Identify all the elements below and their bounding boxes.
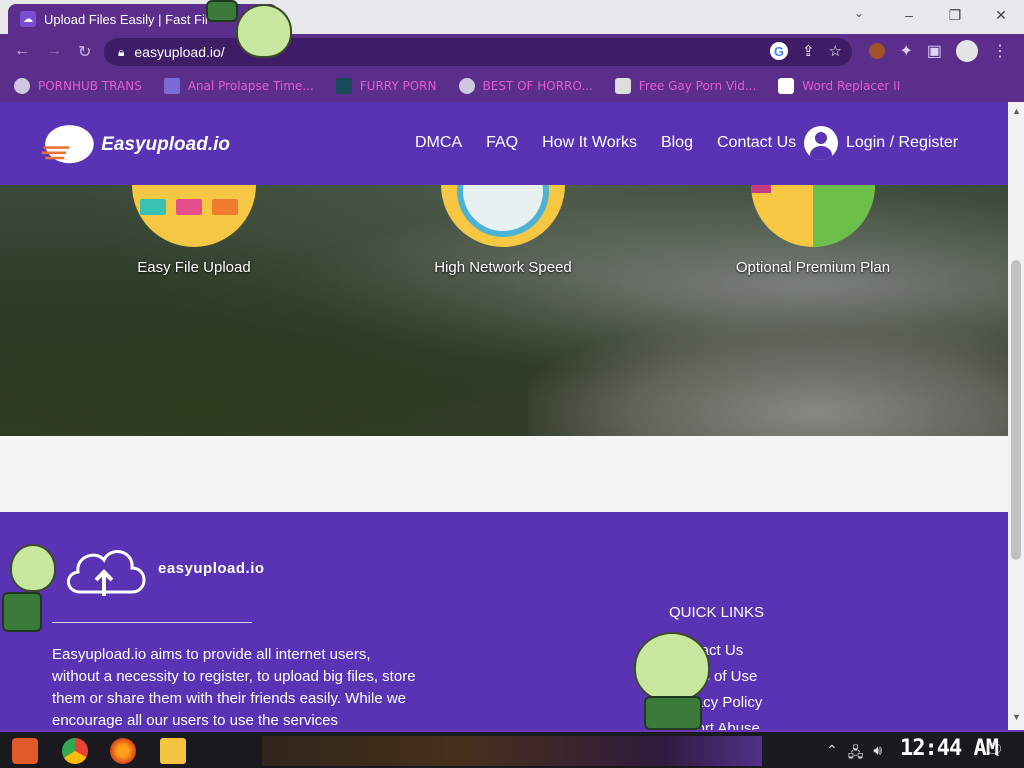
os-taskbar: ⌃ 🖧︎ 🔊︎ 12:44 AM 🗨︎ [0,730,1024,768]
blank-section [0,436,1008,512]
system-tray: ⌃ 🖧︎ 🔊︎ [826,742,882,766]
bookmark-item[interactable]: BEST OF HORRO... [458,78,593,94]
scroll-thumb[interactable] [1011,260,1021,560]
google-lens-icon[interactable]: G [769,42,788,60]
chrome-icon[interactable] [62,738,88,764]
footer-divider [52,622,252,623]
bookmark-item[interactable]: FURRY PORN [335,78,437,94]
site-footer: easyupload.io Easyupload.io aims to prov… [0,512,1008,737]
browser-toolbar: ← → ↻ 🔒︎ easyupload.io/ G ⇪ ☆ ✦ ▣ ⋮ [0,34,1024,70]
footer-about-text: Easyupload.io aims to provide all intern… [52,646,416,729]
wr-icon [778,78,795,94]
restore-button[interactable]: ❐ [932,0,978,30]
omnibox-actions: G ⇪ ☆ [769,42,842,60]
taskbar-decoration [262,736,762,766]
extensions-puzzle-icon[interactable]: ✦ [899,41,912,61]
rocks-background [528,316,1008,436]
page-scrollbar[interactable]: ▲ ▼ [1008,102,1024,730]
feature-label: High Network Speed [434,259,572,276]
feature-premium-plan: Optional Premium Plan [703,185,923,276]
login-label: Login / Register [846,134,959,151]
bookmark-item[interactable]: PORNHUB TRANS [14,78,142,94]
more-menu-icon[interactable]: ⋮ [992,41,1008,61]
clock-icon [441,185,565,247]
site-logo[interactable]: Easyupload.io [40,118,230,172]
user-icon [804,126,838,160]
cloud-logo-icon [41,125,94,164]
globe-icon [458,78,475,94]
tray-chevron-icon[interactable]: ⌃ [826,742,838,766]
site-favicon-icon: ☁ [20,11,36,27]
profile-avatar[interactable] [956,40,978,62]
feature-network-speed: High Network Speed [393,185,613,276]
volume-icon[interactable]: 🔊︎ [873,742,882,766]
scroll-down-icon[interactable]: ▼ [1012,712,1021,722]
files-grid-icon [132,185,256,247]
footer-logo[interactable]: easyupload.io [60,536,265,600]
feature-easy-upload: Easy File Upload [84,185,304,276]
character-sticker [0,540,64,636]
character-sticker [200,0,296,62]
notifications-icon[interactable]: 🗨︎ [984,740,1004,760]
puzzle-icon [751,185,875,247]
nav-faq[interactable]: FAQ [486,134,518,152]
share-icon[interactable]: ⇪ [802,42,815,60]
nav-contact-us[interactable]: Contact Us [717,134,796,152]
tab-title: Upload Files Easily | Fast Fil [44,11,208,27]
start-menu-icon[interactable] [12,738,38,764]
side-panel-icon[interactable]: ▣ [927,41,942,61]
quick-links-title: QUICK LINKS [669,604,765,621]
minimize-button[interactable]: ‒ [886,0,932,30]
nav-blog[interactable]: Blog [661,134,693,152]
browser-titlebar: ☁ Upload Files Easily | Fast Fil ⌄ ‒ ❐ ✕ [0,0,1024,34]
bookmark-item[interactable]: Free Gay Porn Vid... [614,78,756,94]
hero-section: Easy File Upload High Network Speed Opti… [0,185,1008,436]
bookmarks-bar: PORNHUB TRANS Anal Prolapse Time... FURR… [0,70,1024,102]
firefox-icon[interactable] [110,738,136,764]
bracket-icon [163,78,180,94]
network-icon[interactable]: 🖧︎ [848,742,864,766]
cloud-upload-icon [67,550,146,596]
site-nav: DMCA FAQ How It Works Blog Contact Us [415,134,796,152]
nav-dmca[interactable]: DMCA [415,134,462,152]
window-controls: ‒ ❐ ✕ [886,0,1024,34]
back-icon[interactable]: ← [14,42,30,60]
close-window-button[interactable]: ✕ [978,0,1024,30]
bookmark-item[interactable]: Word Replacer II [778,78,900,94]
nav-how-it-works[interactable]: How It Works [542,134,637,152]
scroll-up-icon[interactable]: ▲ [1012,106,1021,116]
feature-label: Easy File Upload [137,259,251,276]
logo-text: Easyupload.io [101,134,230,155]
globe-icon [14,78,30,94]
bag-icon [614,78,631,94]
reload-icon[interactable]: ↻ [78,42,91,62]
extension-avatar-icon[interactable] [869,43,886,59]
footer-logo-text: easyupload.io [158,559,265,577]
character-sticker [630,632,714,730]
bookmark-star-icon[interactable]: ☆ [829,42,842,60]
tab-search-chevron-icon[interactable]: ⌄ [854,6,864,20]
login-register-button[interactable]: Login / Register [804,126,958,160]
forward-icon[interactable]: → [46,42,62,60]
file-explorer-icon[interactable] [160,738,186,764]
lock-icon[interactable]: 🔒︎ [118,45,124,60]
toolbar-right: ✦ ▣ ⋮ [869,40,1008,62]
a-icon [335,78,352,94]
site-header: Easyupload.io DMCA FAQ How It Works Blog… [0,102,1008,185]
bookmark-item[interactable]: Anal Prolapse Time... [163,78,314,94]
feature-label: Optional Premium Plan [735,259,891,276]
